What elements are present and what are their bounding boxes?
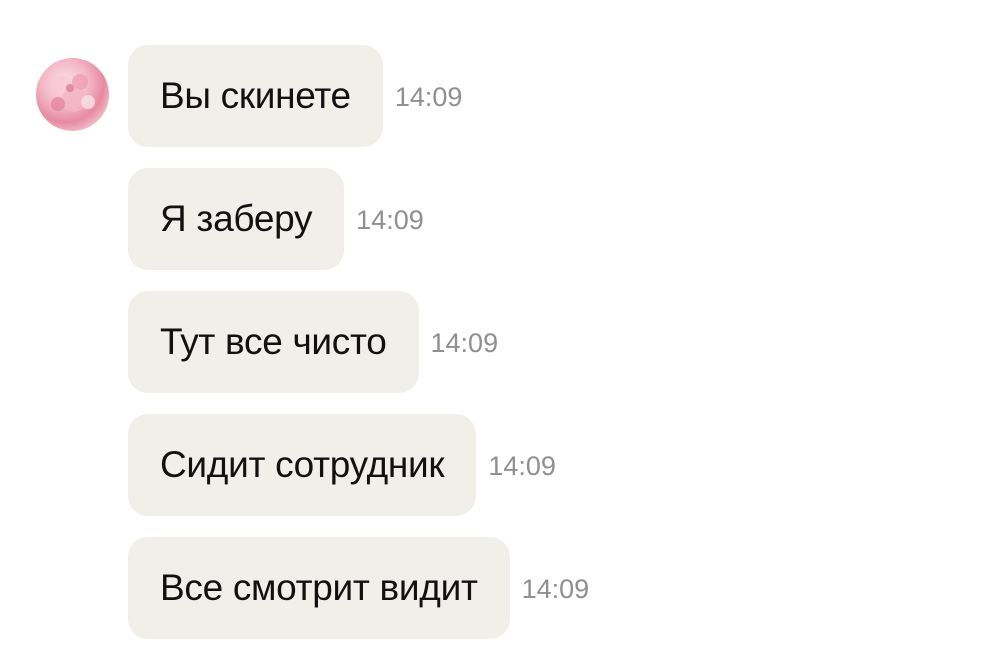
message-time: 14:09 xyxy=(488,450,556,481)
message-row: Я заберу 14:09 xyxy=(128,168,424,270)
message-bubble[interactable]: Вы скинете xyxy=(128,45,383,147)
avatar-image-icon xyxy=(51,74,95,112)
message-bubble[interactable]: Тут все чисто xyxy=(128,291,419,393)
message-bubble[interactable]: Сидит сотрудник xyxy=(128,414,477,516)
message-text: Я заберу xyxy=(160,198,313,239)
message-text: Вы скинете xyxy=(160,75,351,116)
message-bubble[interactable]: Все смотрит видит xyxy=(128,537,510,639)
message-row: Сидит сотрудник 14:09 xyxy=(128,414,556,516)
message-time: 14:09 xyxy=(394,81,463,112)
message-text: Тут все чисто xyxy=(160,321,387,362)
chat-area: Вы скинете 14:09 Я заберу 14:09 Тут все … xyxy=(0,0,1000,649)
message-bubble[interactable]: Я заберу xyxy=(128,168,345,270)
sender-avatar[interactable] xyxy=(36,58,109,131)
message-text: Сидит сотрудник xyxy=(160,444,445,485)
message-time: 14:09 xyxy=(430,327,499,358)
message-row: Тут все чисто 14:09 xyxy=(128,291,498,393)
message-row: Все смотрит видит 14:09 xyxy=(128,537,589,639)
message-time: 14:09 xyxy=(521,573,590,604)
message-row: Вы скинете 14:09 xyxy=(128,45,462,147)
message-text: Все смотрит видит xyxy=(160,567,478,608)
message-time: 14:09 xyxy=(356,204,424,235)
